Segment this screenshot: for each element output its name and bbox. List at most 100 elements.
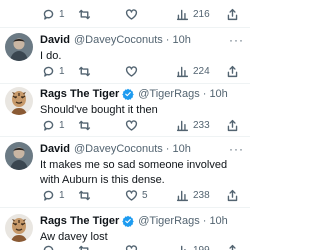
author-handle[interactable]: @TigerRags bbox=[138, 88, 200, 100]
tweet-divider bbox=[0, 136, 250, 137]
share-button[interactable] bbox=[226, 187, 239, 203]
reply-button[interactable]: 1 bbox=[42, 63, 65, 79]
author-handle[interactable]: @DaveyCoconuts bbox=[74, 34, 163, 46]
heart-icon bbox=[125, 8, 138, 20]
avatar[interactable] bbox=[5, 142, 33, 170]
views-chart-icon bbox=[176, 66, 189, 77]
verified-badge-icon bbox=[122, 88, 135, 100]
retweet-button[interactable] bbox=[78, 63, 91, 79]
tweet-header: Rags The Tiger @TigerRags · 10h bbox=[40, 87, 228, 101]
retweet-icon bbox=[78, 190, 91, 200]
separator-dot: · bbox=[202, 88, 207, 100]
views-button[interactable]: 216 bbox=[176, 6, 210, 22]
like-button[interactable] bbox=[125, 242, 138, 250]
tweet-time[interactable]: 10h bbox=[172, 143, 190, 155]
views-chart-icon bbox=[176, 190, 189, 201]
views-count: 238 bbox=[193, 189, 210, 201]
share-button[interactable] bbox=[226, 117, 239, 133]
tweet-header: Rags The Tiger @TigerRags · 10h bbox=[40, 214, 228, 228]
reply-icon bbox=[43, 120, 54, 131]
views-count: 224 bbox=[193, 65, 210, 77]
tweet-divider bbox=[0, 83, 250, 84]
retweet-button[interactable] bbox=[78, 117, 91, 133]
heart-icon bbox=[125, 189, 138, 201]
author-name[interactable]: Rags The Tiger bbox=[40, 88, 119, 100]
share-button[interactable] bbox=[226, 242, 239, 250]
avatar[interactable] bbox=[5, 33, 33, 61]
tweet-divider bbox=[0, 207, 250, 208]
avatar[interactable] bbox=[5, 87, 33, 115]
author-handle[interactable]: @DaveyCoconuts bbox=[74, 143, 163, 155]
more-options-icon[interactable]: ··· bbox=[229, 33, 244, 47]
avatar[interactable] bbox=[5, 214, 33, 242]
views-chart-icon bbox=[176, 120, 189, 131]
tweet-time[interactable]: 10h bbox=[172, 34, 190, 46]
views-button[interactable]: 233 bbox=[176, 117, 210, 133]
views-count: 233 bbox=[193, 119, 210, 131]
retweet-button[interactable] bbox=[78, 6, 91, 22]
reply-count: 1 bbox=[59, 189, 65, 201]
share-icon bbox=[227, 65, 238, 77]
heart-icon bbox=[125, 119, 138, 131]
reply-count: 1 bbox=[59, 119, 65, 131]
views-count: 199 bbox=[193, 244, 210, 250]
tweet-text: I do. bbox=[40, 50, 62, 62]
share-button[interactable] bbox=[226, 63, 239, 79]
reply-icon bbox=[43, 9, 54, 20]
reply-icon bbox=[43, 245, 54, 250]
share-icon bbox=[227, 8, 238, 20]
tweet-actions: 1 224 bbox=[40, 63, 245, 79]
views-button[interactable]: 238 bbox=[176, 187, 210, 203]
retweet-icon bbox=[78, 9, 91, 19]
separator-dot: · bbox=[165, 143, 170, 155]
reply-button[interactable]: 1 bbox=[42, 6, 65, 22]
reply-icon bbox=[43, 190, 54, 201]
tweet-actions: 1 216 bbox=[40, 6, 245, 22]
separator-dot: · bbox=[202, 215, 207, 227]
tweet-time[interactable]: 10h bbox=[209, 215, 227, 227]
like-button[interactable]: 5 bbox=[125, 187, 148, 203]
like-count: 5 bbox=[142, 189, 148, 201]
reply-count: 1 bbox=[59, 8, 65, 20]
author-name[interactable]: Rags The Tiger bbox=[40, 215, 119, 227]
heart-icon bbox=[125, 244, 138, 250]
like-button[interactable] bbox=[125, 117, 138, 133]
tweet-text: Should've bought it then bbox=[40, 104, 158, 116]
share-icon bbox=[227, 119, 238, 131]
reply-button[interactable]: 1 bbox=[42, 187, 65, 203]
share-icon bbox=[227, 189, 238, 201]
heart-icon bbox=[125, 65, 138, 77]
like-button[interactable] bbox=[125, 6, 138, 22]
author-handle[interactable]: @TigerRags bbox=[138, 215, 200, 227]
views-button[interactable]: 199 bbox=[176, 242, 210, 250]
tweet-header: David @DaveyCoconuts · 10h bbox=[40, 33, 191, 47]
like-button[interactable] bbox=[125, 63, 138, 79]
reply-count: 1 bbox=[59, 65, 65, 77]
reply-icon bbox=[43, 66, 54, 77]
retweet-icon bbox=[78, 245, 89, 250]
views-chart-icon bbox=[180, 245, 186, 250]
retweet-icon bbox=[78, 66, 91, 76]
separator-dot: · bbox=[165, 34, 170, 46]
reply-button[interactable]: 1 bbox=[42, 117, 65, 133]
author-name[interactable]: David bbox=[40, 143, 70, 155]
reply-button[interactable] bbox=[42, 242, 55, 250]
verified-badge-icon bbox=[122, 215, 135, 227]
retweet-icon bbox=[78, 120, 91, 130]
author-name[interactable]: David bbox=[40, 34, 70, 46]
tweet-header: David @DaveyCoconuts · 10h bbox=[40, 142, 191, 156]
tweet-actions: 199 bbox=[40, 242, 245, 250]
tweet-actions: 1 233 bbox=[40, 117, 245, 133]
views-button[interactable]: 224 bbox=[176, 63, 210, 79]
share-icon bbox=[229, 244, 236, 250]
tweet-actions: 1 5 238 bbox=[40, 187, 245, 203]
share-button[interactable] bbox=[226, 6, 239, 22]
retweet-button[interactable] bbox=[78, 187, 91, 203]
views-chart-icon bbox=[176, 9, 189, 20]
views-count: 216 bbox=[193, 8, 210, 20]
retweet-button[interactable] bbox=[78, 242, 91, 250]
more-options-icon[interactable]: ··· bbox=[229, 142, 244, 156]
tweet-time[interactable]: 10h bbox=[209, 88, 227, 100]
tweet-text: It makes me so sad someone involved with… bbox=[40, 159, 228, 186]
tweet-divider bbox=[0, 27, 250, 28]
